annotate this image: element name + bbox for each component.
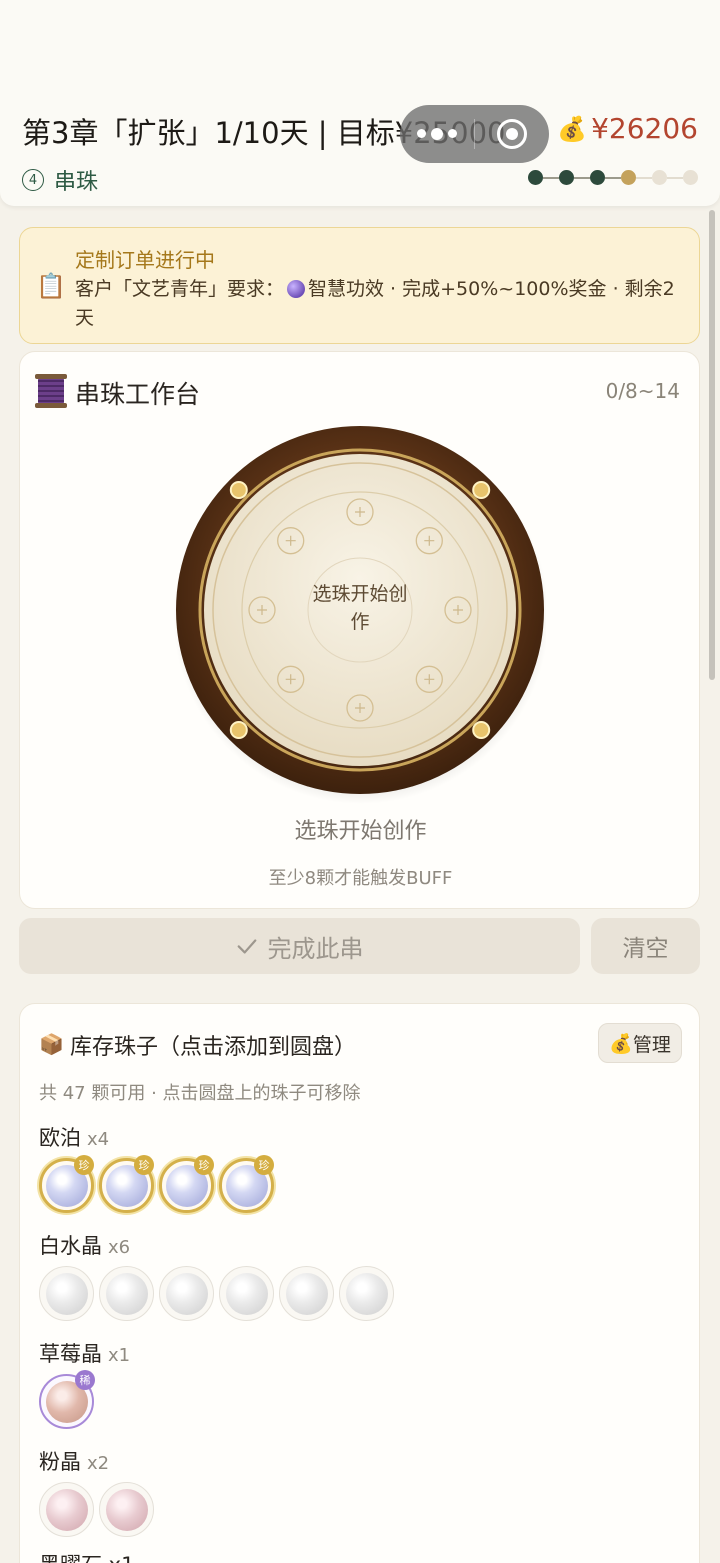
step-connector <box>574 176 590 179</box>
bead-group-label: 草莓晶 x1 <box>39 1338 130 1368</box>
step-dot <box>559 170 574 185</box>
inventory-title: 库存珠子（点击添加到圆盘） <box>70 1035 357 1060</box>
step-dot <box>621 170 636 185</box>
bead-item[interactable] <box>279 1266 334 1321</box>
brass-stud <box>229 481 248 499</box>
rarity-badge: 珍 <box>74 1155 94 1175</box>
complete-strand-button[interactable]: 完成此串 <box>19 918 580 974</box>
current-step: 4 串珠 <box>22 164 98 196</box>
check-icon <box>237 939 256 954</box>
clear-button[interactable]: 清空 <box>591 918 700 974</box>
step-connector <box>667 176 683 179</box>
bead-core <box>45 1488 88 1531</box>
order-customer: 客户「文艺青年」要求： <box>75 278 285 300</box>
step-number-badge: 4 <box>22 169 44 191</box>
bead-item[interactable]: 珍 <box>219 1155 274 1213</box>
bead-item[interactable] <box>39 1482 94 1537</box>
step-connector <box>636 176 652 179</box>
brass-stud <box>472 481 491 499</box>
bead-core <box>165 1272 208 1315</box>
bead-row <box>39 1266 394 1321</box>
step-label: 串珠 <box>54 170 99 195</box>
bead-item[interactable]: 珍 <box>39 1155 94 1213</box>
step-dot <box>528 170 543 185</box>
rarity-badge: 珍 <box>134 1155 154 1175</box>
custom-order-banner: 定制订单进行中 📋 客户「文艺青年」要求： 智慧功效 · 完成+50%~100%奖… <box>19 227 700 344</box>
more-options-icon[interactable] <box>400 127 474 140</box>
clipboard-icon: 📋 <box>36 272 66 300</box>
bead-item[interactable] <box>219 1266 274 1321</box>
step-connector <box>605 176 621 179</box>
plate-caption: 选珠开始创作 <box>294 819 427 844</box>
bead-item[interactable]: 稀 <box>39 1370 95 1429</box>
bead-item[interactable] <box>339 1266 394 1321</box>
step-dot <box>652 170 667 185</box>
buff-hint: 至少8颗才能触发BUFF <box>268 868 453 889</box>
bead-group-qty: x2 <box>87 1453 110 1474</box>
inventory-subtitle: 共 47 颗可用 · 点击圆盘上的珠子可移除 <box>39 1083 361 1104</box>
bead-core <box>45 1272 88 1315</box>
rarity-badge: 珍 <box>194 1155 214 1175</box>
order-title: 定制订单进行中 <box>75 248 215 272</box>
crystal-ball-icon <box>287 280 306 298</box>
bead-core <box>105 1488 148 1531</box>
step-dot <box>683 170 698 185</box>
bead-group-label: 欧泊 x4 <box>39 1122 109 1152</box>
step-progress <box>528 170 698 185</box>
scrollbar[interactable] <box>709 210 715 680</box>
manage-button[interactable]: 💰 管理 <box>598 1023 682 1063</box>
step-connector <box>543 176 559 179</box>
top-header: 第3章「扩张」1/10天 | 目标¥25000 💰 ¥26206 4 串珠 <box>0 0 720 206</box>
bead-item[interactable] <box>159 1266 214 1321</box>
bead-core <box>225 1272 268 1315</box>
workbench-card: 串珠工作台 0/8~14 选珠开始创作 选珠开始创作 至少8颗才能触发BUFF <box>19 351 700 909</box>
bead-item[interactable]: 珍 <box>159 1155 214 1213</box>
money-bag-icon: 💰 <box>609 1032 633 1055</box>
bead-group-label: 黑曜石 x1 <box>39 1549 134 1563</box>
complete-label: 完成此串 <box>267 934 364 963</box>
bead-core <box>285 1272 328 1315</box>
bead-group-qty: x4 <box>87 1129 110 1150</box>
step-dot <box>590 170 605 185</box>
bead-row <box>39 1482 154 1537</box>
close-target-icon[interactable] <box>475 119 549 149</box>
bead-group-name: 草莓晶 <box>39 1342 102 1366</box>
bead-group-name: 粉晶 <box>39 1450 81 1474</box>
bead-item[interactable]: 珍 <box>99 1155 154 1213</box>
plate-center-text: 选珠开始创作 <box>312 583 408 633</box>
bead-group-label: 粉晶 x2 <box>39 1446 109 1476</box>
thread-spool-icon <box>35 374 67 408</box>
bead-group-name: 欧泊 <box>39 1126 81 1150</box>
bead-row: 珍珍珍珍 <box>39 1155 274 1213</box>
bead-group-qty: x6 <box>108 1237 131 1258</box>
bead-row: 稀 <box>39 1370 95 1429</box>
money-bag-icon: 💰 <box>557 114 588 143</box>
box-icon: 📦 <box>39 1032 64 1056</box>
bead-core <box>345 1272 388 1315</box>
bead-item[interactable] <box>99 1482 154 1537</box>
bead-group-name: 白水晶 <box>39 1234 102 1258</box>
order-description: 客户「文艺青年」要求： 智慧功效 · 完成+50%~100%奖金 · 剩余2天 <box>75 275 690 333</box>
bead-item[interactable] <box>99 1266 154 1321</box>
workbench-title: 串珠工作台 <box>75 380 201 409</box>
brass-stud <box>472 721 491 739</box>
money-display: 💰 ¥26206 <box>557 112 698 145</box>
money-amount: ¥26206 <box>591 112 698 145</box>
rarity-badge: 稀 <box>75 1370 95 1390</box>
bead-group-label: 白水晶 x6 <box>39 1230 130 1260</box>
mini-program-capsule <box>400 105 549 163</box>
bead-group-qty: x1 <box>108 1345 131 1366</box>
brass-stud <box>229 721 248 739</box>
bead-core <box>105 1272 148 1315</box>
manage-label: 管理 <box>632 1033 671 1056</box>
inventory-card: 📦 库存珠子（点击添加到圆盘） 💰 管理 共 47 颗可用 · 点击圆盘上的珠子可… <box>19 1003 700 1563</box>
bead-item[interactable] <box>39 1266 94 1321</box>
rarity-badge: 珍 <box>254 1155 274 1175</box>
bead-count: 0/8~14 <box>605 379 680 403</box>
